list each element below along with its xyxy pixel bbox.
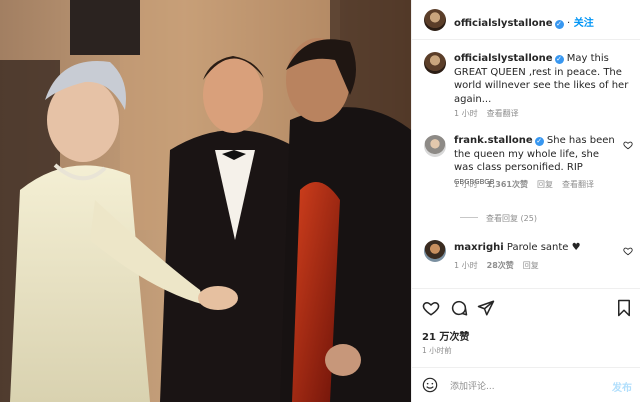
comment-like-heart-icon[interactable]: [623, 246, 633, 256]
author-username[interactable]: officialslystallone ✓ · 关注: [454, 14, 594, 29]
view-replies-label[interactable]: 查看回复 (25): [486, 214, 537, 223]
instagram-post-view: officialslystallone ✓ · 关注 officialslysta…: [0, 0, 640, 402]
comment-meta: 1 小时 28次赞 回复: [454, 260, 548, 271]
post-comment-button[interactable]: 发布: [612, 379, 632, 394]
comment-username[interactable]: frank.stallone: [454, 135, 533, 146]
share-icon[interactable]: [477, 299, 495, 317]
post-time[interactable]: 1 小时前: [422, 345, 452, 356]
emoji-icon[interactable]: [422, 377, 438, 393]
comment-avatar[interactable]: [424, 240, 446, 262]
caption-meta: 1 小时 查看翻译: [454, 108, 528, 119]
add-comment-bar: 添加评论... 发布: [412, 367, 640, 402]
caption-username[interactable]: officialslystallone: [454, 53, 553, 64]
save-icon[interactable]: [615, 299, 633, 317]
comment-likes[interactable]: 1,361次赞: [487, 180, 528, 189]
comment-like-heart-icon[interactable]: [623, 140, 633, 150]
heart-emoji: ♥: [571, 242, 581, 253]
view-replies-line: [460, 217, 478, 218]
likes-count[interactable]: 21 万次赞: [422, 328, 469, 343]
verified-badge: ✓: [554, 20, 564, 29]
comment-time[interactable]: 1 小时: [454, 180, 478, 189]
comment-reply-button[interactable]: 回复: [537, 180, 553, 189]
comment-icon[interactable]: [450, 299, 468, 317]
comment-time[interactable]: 1 小时: [454, 261, 478, 270]
heart-icon[interactable]: [422, 299, 440, 317]
post-photo[interactable]: [0, 0, 411, 402]
caption-translate[interactable]: 查看翻译: [487, 109, 519, 118]
comment-meta: 1 小时 1,361次赞 回复 查看翻译: [454, 179, 603, 190]
caption-avatar[interactable]: [424, 52, 446, 74]
comment-reply-button[interactable]: 回复: [523, 261, 539, 270]
verified-badge: ✓: [534, 137, 544, 146]
view-replies-button[interactable]: 查看回复 (25): [460, 213, 537, 224]
post-header: officialslystallone ✓ · 关注: [412, 0, 640, 40]
post-side-panel: officialslystallone ✓ · 关注 officialslysta…: [411, 0, 640, 402]
caption-text: officialslystallone ✓ May this GREAT QUEE…: [454, 52, 634, 106]
action-bar: [412, 288, 640, 328]
follow-button[interactable]: 关注: [574, 18, 594, 29]
comment-translate[interactable]: 查看翻译: [562, 180, 594, 189]
comment-likes[interactable]: 28次赞: [487, 261, 514, 270]
comment-text: maxrighi Parole sante ♥: [454, 241, 614, 255]
post-photo-illustration: [0, 0, 411, 402]
caption-time[interactable]: 1 小时: [454, 109, 478, 118]
add-comment-input[interactable]: 添加评论...: [450, 379, 495, 392]
verified-badge: ✓: [554, 55, 564, 64]
author-avatar[interactable]: [424, 9, 446, 31]
header-dot-separator: ·: [567, 18, 571, 29]
comment-username[interactable]: maxrighi: [454, 242, 504, 253]
comment-body: Parole sante: [506, 242, 569, 253]
comment-avatar[interactable]: [424, 135, 446, 157]
author-username-text[interactable]: officialslystallone: [454, 18, 553, 29]
